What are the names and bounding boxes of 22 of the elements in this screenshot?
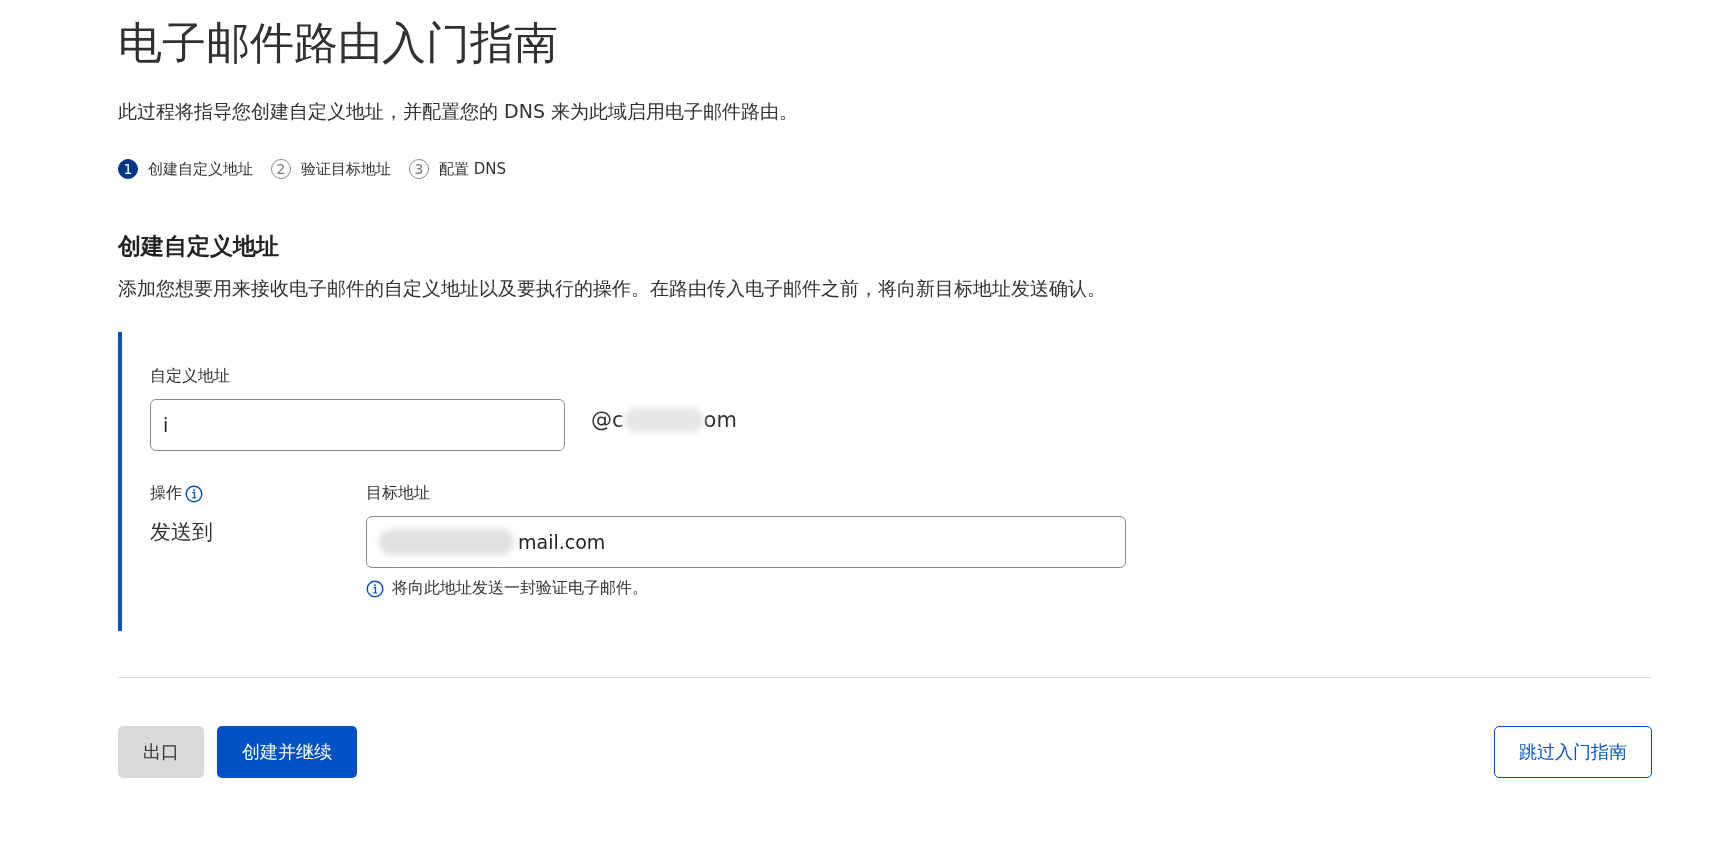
hint-text: 将向此地址发送一封验证电子邮件。 bbox=[392, 578, 648, 599]
step-label: 配置 DNS bbox=[439, 159, 507, 179]
field-label: 自定义地址 bbox=[150, 366, 231, 387]
domain-text: om bbox=[703, 408, 737, 432]
info-icon bbox=[185, 484, 203, 503]
intro-text: 此过程将指导您创建自定义地址，并配置您的 DNS 来为此域启用电子邮件路由。 bbox=[118, 99, 799, 124]
step-label: 验证目标地址 bbox=[301, 159, 391, 179]
field-label: 目标地址 bbox=[366, 483, 431, 504]
section-description: 添加您想要用来接收电子邮件的自定义地址以及要执行的操作。在路由传入电子邮件之前，将向新目标地址发送确认。 bbox=[118, 276, 1107, 301]
section-heading: 创建自定义地址 bbox=[118, 232, 280, 261]
info-icon bbox=[366, 579, 384, 598]
skip-button[interactable]: 跳过入门指南 bbox=[1494, 726, 1652, 778]
action-value: 发送到 bbox=[150, 519, 214, 546]
page-title: 电子邮件路由入门指南 bbox=[118, 16, 559, 70]
exit-button[interactable]: 出口 bbox=[118, 726, 204, 778]
step-number: 1 bbox=[118, 159, 138, 179]
field-label: 操作 bbox=[150, 483, 182, 504]
domain-text: @c bbox=[591, 408, 624, 432]
step-label: 创建自定义地址 bbox=[148, 159, 253, 179]
continue-button[interactable]: 创建并继续 bbox=[217, 726, 357, 778]
input-field[interactable]: i bbox=[150, 399, 565, 451]
input-field[interactable]: mail.com bbox=[366, 516, 1126, 568]
